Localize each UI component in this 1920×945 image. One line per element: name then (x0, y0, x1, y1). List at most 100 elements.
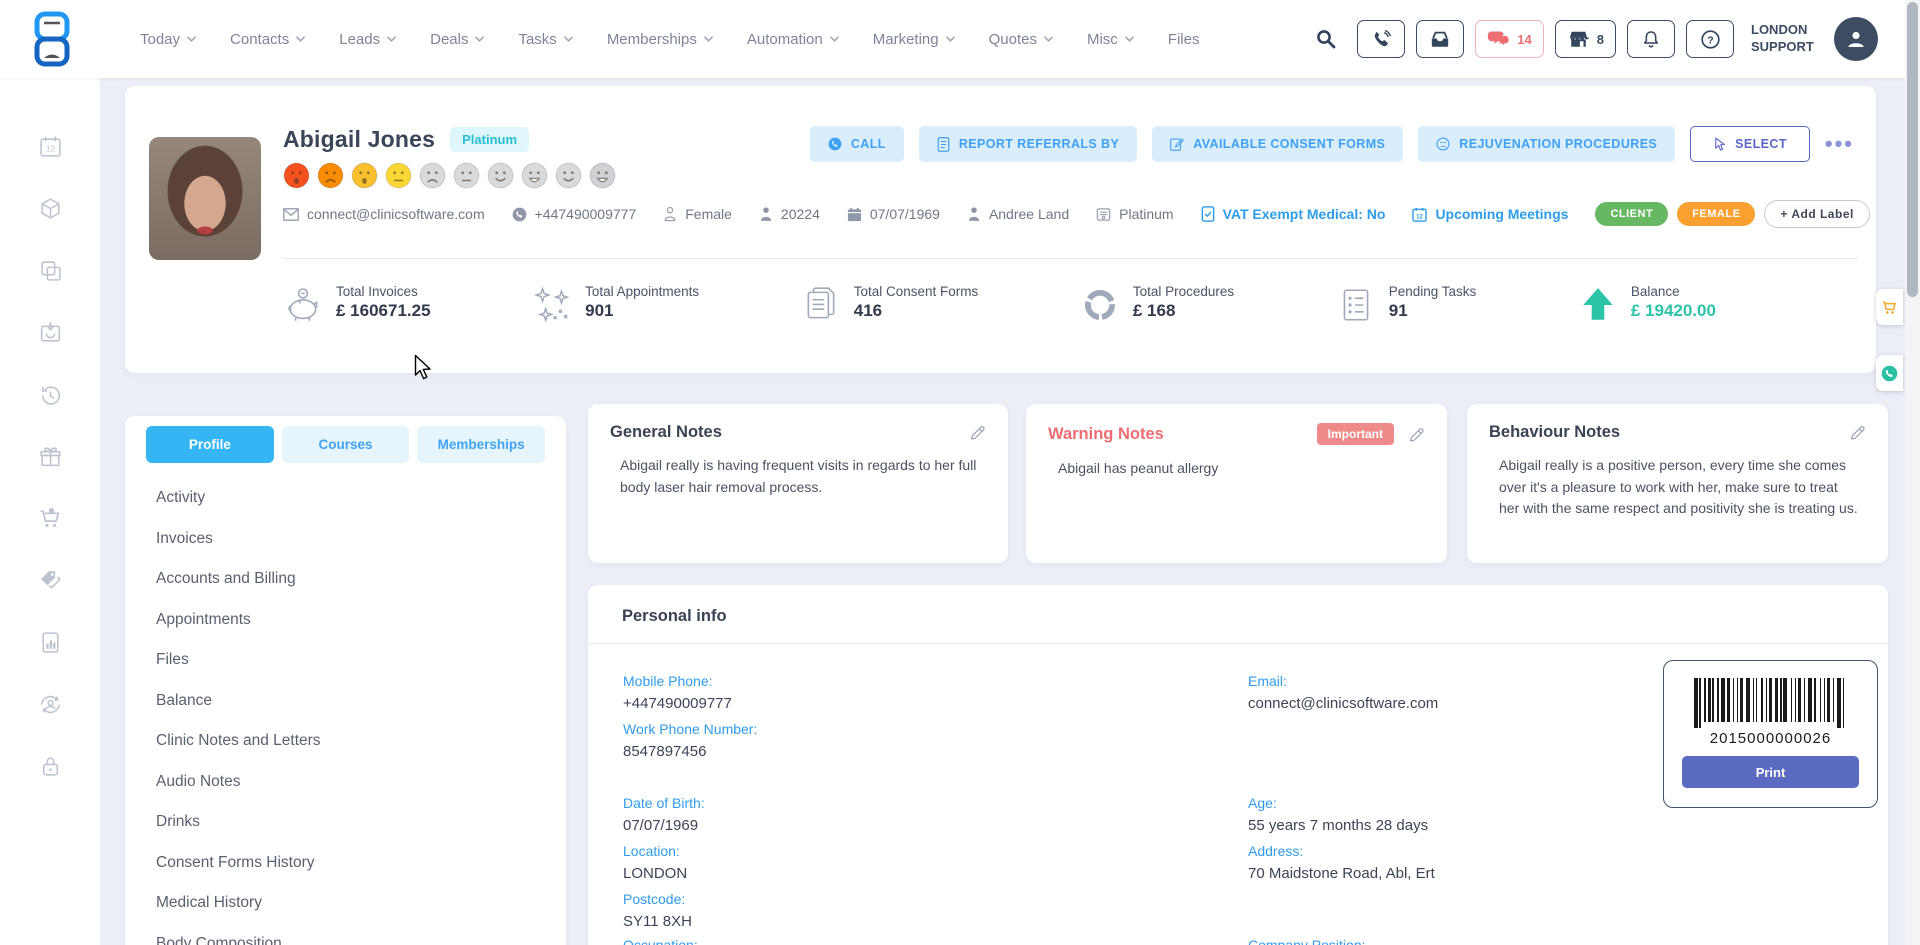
consent-form-icon (801, 285, 841, 325)
menu-accounts-billing[interactable]: Accounts and Billing (156, 559, 550, 600)
menu-invoices[interactable]: Invoices (156, 519, 550, 560)
menu-balance[interactable]: Balance (156, 681, 550, 722)
mood-face-10-icon[interactable] (589, 162, 616, 189)
meetings-calendar-icon: 12 (1412, 207, 1427, 222)
history-icon[interactable] (38, 382, 63, 407)
face-icon (1436, 137, 1450, 151)
lock-icon[interactable] (38, 754, 63, 779)
dob-item: 07/07/1969 (847, 206, 940, 222)
report-icon[interactable] (38, 630, 63, 655)
app-logo[interactable] (30, 11, 74, 67)
menu-item-deals[interactable]: Deals (430, 31, 484, 48)
notifications-button[interactable] (1627, 20, 1675, 58)
page-scrollbar[interactable] (1905, 0, 1920, 945)
female-label-pill[interactable]: FEMALE (1677, 202, 1755, 226)
menu-item-misc[interactable]: Misc (1087, 31, 1134, 48)
email-item[interactable]: connect@clinicsoftware.com (283, 206, 485, 222)
call-button[interactable]: CALL (810, 126, 904, 162)
tab-courses[interactable]: Courses (282, 426, 410, 463)
menu-item-automation[interactable]: Automation (747, 31, 839, 48)
edit-icon[interactable] (969, 424, 986, 441)
divider (283, 258, 1858, 259)
calendar-icon (847, 207, 862, 222)
scrollbar-thumb[interactable] (1907, 2, 1918, 297)
menu-item-today[interactable]: Today (140, 31, 196, 48)
main-menu: Today Contacts Leads Deals Tasks Members… (140, 31, 1199, 48)
vat-exempt-link[interactable]: VAT Exempt Medical: No (1201, 206, 1386, 222)
client-sync-icon[interactable] (38, 692, 63, 717)
general-notes-card: General Notes Abigail really is having f… (588, 404, 1008, 563)
tab-profile[interactable]: Profile (146, 426, 274, 463)
mood-face-1-icon[interactable] (283, 162, 310, 189)
quick-call-button[interactable] (1876, 355, 1903, 391)
document-icon (937, 137, 950, 152)
calendar-import-icon[interactable] (38, 320, 63, 345)
client-photo[interactable] (149, 137, 261, 260)
balance-arrow-up-icon (1578, 285, 1618, 325)
menu-item-tasks[interactable]: Tasks (518, 31, 572, 48)
divider (588, 643, 1888, 644)
personal-info-title: Personal info (622, 607, 727, 626)
menu-audio-notes[interactable]: Audio Notes (156, 762, 550, 803)
svg-text:12: 12 (1417, 213, 1424, 220)
menu-item-memberships[interactable]: Memberships (607, 31, 713, 48)
menu-appointments[interactable]: Appointments (156, 600, 550, 641)
report-referrals-button[interactable]: REPORT REFERRALS BY (919, 126, 1137, 162)
menu-body-composition[interactable]: Body Composition (156, 924, 550, 945)
profile-section-menu: Activity Invoices Accounts and Billing A… (156, 478, 550, 945)
calendar-icon[interactable]: 12 (38, 134, 63, 159)
client-name: Abigail Jones (283, 126, 435, 153)
cart-icon[interactable] (38, 506, 63, 531)
client-label-pill[interactable]: CLIENT (1595, 202, 1668, 226)
rejuvenation-procedures-button[interactable]: REJUVENATION PROCEDURES (1418, 126, 1675, 162)
print-button[interactable]: Print (1682, 756, 1859, 788)
user-avatar[interactable] (1834, 17, 1878, 61)
copy-icon[interactable] (38, 258, 63, 283)
edit-icon[interactable] (1408, 426, 1425, 443)
mood-face-9-icon[interactable] (555, 162, 582, 189)
tags-icon[interactable] (38, 568, 63, 593)
add-label-button[interactable]: + Add Label (1764, 200, 1869, 228)
menu-files[interactable]: Files (156, 640, 550, 681)
phone-icon (1371, 29, 1392, 50)
menu-item-marketing[interactable]: Marketing (873, 31, 955, 48)
menu-activity[interactable]: Activity (156, 478, 550, 519)
store-button[interactable]: 8 (1555, 20, 1616, 58)
stat-balance: Balance£ 19420.00 (1578, 283, 1716, 325)
help-button[interactable]: ? (1686, 20, 1734, 58)
mood-face-4-icon[interactable] (385, 162, 412, 189)
upcoming-meetings-link[interactable]: 12 Upcoming Meetings (1412, 206, 1568, 222)
mood-face-7-icon[interactable] (487, 162, 514, 189)
phone-item[interactable]: +447490009777 (512, 206, 637, 222)
inbox-button[interactable] (1416, 20, 1464, 58)
mood-face-5-icon[interactable] (419, 162, 446, 189)
menu-medical-history[interactable]: Medical History (156, 883, 550, 924)
mood-face-3-icon[interactable] (351, 162, 378, 189)
chevron-down-icon (1125, 36, 1134, 42)
menu-consent-forms-history[interactable]: Consent Forms History (156, 843, 550, 884)
select-button[interactable]: SELECT (1690, 126, 1810, 162)
menu-item-files[interactable]: Files (1168, 31, 1200, 48)
mood-scale[interactable] (283, 162, 616, 189)
gift-icon[interactable] (38, 444, 63, 469)
available-consent-forms-button[interactable]: AVAILABLE CONSENT FORMS (1152, 126, 1403, 162)
quick-cart-button[interactable] (1876, 289, 1903, 325)
mood-face-2-icon[interactable] (317, 162, 344, 189)
menu-item-quotes[interactable]: Quotes (989, 31, 1053, 48)
stat-total-consent-forms: Total Consent Forms416 (801, 283, 979, 325)
package-icon[interactable] (38, 196, 63, 221)
personal-info-card: Personal info Mobile Phone: +44749000977… (588, 585, 1888, 945)
phone-calls-button[interactable] (1357, 20, 1405, 58)
chat-notifications-button[interactable]: 14 (1475, 20, 1543, 58)
menu-drinks[interactable]: Drinks (156, 802, 550, 843)
menu-item-contacts[interactable]: Contacts (230, 31, 305, 48)
tab-memberships[interactable]: Memberships (417, 426, 545, 463)
mood-face-8-icon[interactable] (521, 162, 548, 189)
mood-face-6-icon[interactable] (453, 162, 480, 189)
bell-icon (1641, 29, 1661, 50)
edit-icon[interactable] (1849, 424, 1866, 441)
person-icon (759, 206, 773, 222)
menu-clinic-notes[interactable]: Clinic Notes and Letters (156, 721, 550, 762)
search-icon[interactable] (1314, 27, 1338, 51)
menu-item-leads[interactable]: Leads (339, 31, 396, 48)
